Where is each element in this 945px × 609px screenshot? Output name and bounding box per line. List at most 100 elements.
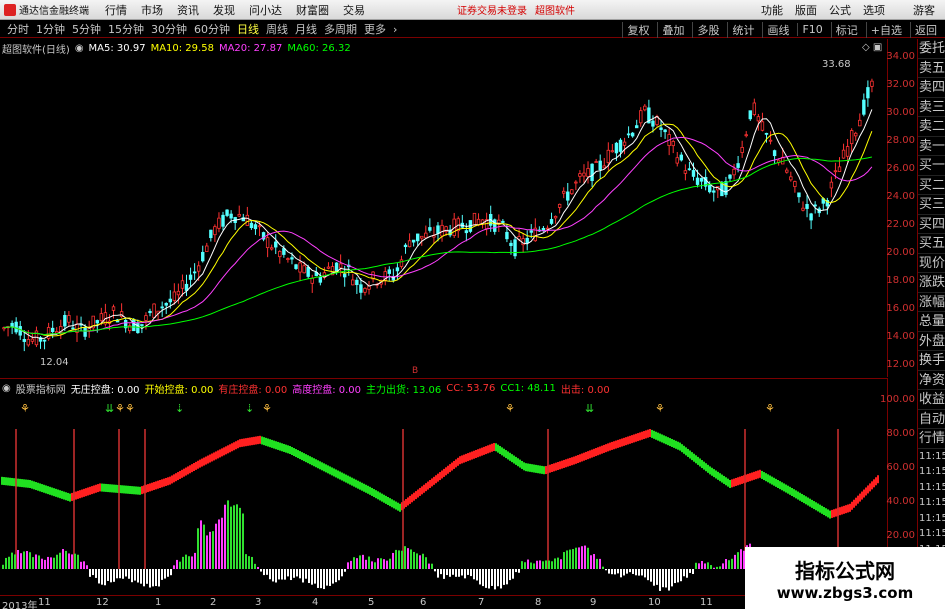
histogram-bar — [710, 565, 712, 569]
histogram-bar — [659, 569, 661, 591]
menu-item-ask[interactable]: 问小达 — [249, 2, 282, 18]
candle-body — [152, 303, 156, 318]
histogram-bar — [194, 552, 196, 569]
tool-adjust[interactable]: 复权 — [622, 21, 649, 38]
candle-body — [833, 170, 838, 173]
period-weekly[interactable]: 周线 — [266, 21, 288, 37]
menu-item-function[interactable]: 功能 — [761, 2, 783, 18]
settings-circle-icon[interactable]: ◉ — [75, 43, 84, 54]
period-more[interactable]: 更多 — [364, 21, 386, 37]
histogram-bar — [470, 569, 472, 577]
quote-field-tab[interactable]: 买一 — [918, 156, 945, 176]
stock-name-link[interactable]: 超图软件 — [535, 2, 575, 17]
tool-multi-stock[interactable]: 多股 — [692, 21, 719, 38]
candle-body — [359, 284, 363, 293]
histogram-bar — [38, 555, 40, 569]
period-multi[interactable]: 多周期 — [324, 21, 357, 37]
histogram-bar — [449, 569, 451, 577]
settings-circle-icon[interactable]: ◉ — [2, 383, 11, 394]
quote-field-tab[interactable]: 买二 — [918, 176, 945, 195]
quote-field-tab[interactable]: 买五 — [918, 234, 945, 254]
histogram-bar — [65, 550, 67, 569]
period-30min[interactable]: 30分钟 — [151, 21, 187, 37]
menu-item-news[interactable]: 资讯 — [177, 2, 199, 18]
quote-field-tab[interactable]: 卖四 — [918, 78, 945, 98]
histogram-bar — [545, 560, 547, 569]
histogram-bar — [86, 565, 88, 569]
quote-field-tab[interactable]: 换手 — [918, 351, 945, 371]
period-monthly[interactable]: 月线 — [295, 21, 317, 37]
candle-body — [201, 251, 205, 262]
histogram-bar — [617, 569, 619, 574]
histogram-bar — [329, 569, 331, 586]
indicator-name[interactable]: 股票指标网 — [16, 381, 66, 396]
expand-icon[interactable]: ◇ ▣ — [862, 42, 882, 53]
side-tab[interactable]: 自动 — [918, 410, 945, 429]
menu-item-exchange[interactable]: 市场 — [141, 2, 163, 18]
quote-field-tab[interactable]: 买四 — [918, 215, 945, 234]
quote-field-tab[interactable]: 现价 — [918, 254, 945, 273]
candle-body — [71, 327, 75, 330]
candle-body — [415, 233, 420, 242]
period-1min[interactable]: 1分钟 — [36, 21, 65, 37]
tool-add-watchlist[interactable]: +自选 — [865, 21, 902, 38]
menu-item-wealth[interactable]: 财富圈 — [296, 2, 329, 18]
candle-body — [351, 279, 355, 286]
candle-body — [643, 105, 647, 111]
quote-field-tab[interactable]: 卖一 — [918, 137, 945, 156]
period-intraday[interactable]: 分时 — [7, 21, 29, 37]
histogram-bar — [488, 569, 490, 589]
quote-field-tab[interactable]: 净资 — [918, 371, 945, 390]
candle-body — [760, 121, 765, 131]
histogram-bar — [200, 520, 202, 569]
candle-body — [176, 290, 181, 296]
quote-field-tab[interactable]: 涨跌 — [918, 273, 945, 293]
menu-item-layout[interactable]: 版面 — [795, 2, 817, 18]
histogram-bar — [170, 569, 172, 576]
histogram-bar — [146, 569, 148, 584]
period-5min[interactable]: 5分钟 — [72, 21, 101, 37]
tool-stats[interactable]: 统计 — [727, 21, 754, 38]
menu-item-discover[interactable]: 发现 — [213, 2, 235, 18]
tool-overlay[interactable]: 叠加 — [657, 21, 684, 38]
quote-field-tab[interactable]: 涨幅 — [918, 293, 945, 312]
indicator-tick: 40.00 — [886, 496, 915, 507]
period-15min[interactable]: 15分钟 — [108, 21, 144, 37]
tool-mark[interactable]: 标记 — [830, 21, 858, 38]
period-daily[interactable]: 日线 — [237, 21, 259, 37]
histogram-bar — [416, 553, 418, 569]
candle-body — [269, 247, 274, 250]
side-tab[interactable]: 行情 — [918, 429, 945, 449]
quote-field-tab[interactable]: 买三 — [918, 195, 945, 215]
histogram-bar — [455, 569, 457, 577]
quote-field-tab[interactable]: 收益 — [918, 390, 945, 410]
period-60min[interactable]: 60分钟 — [194, 21, 230, 37]
login-notice[interactable]: 证券交易未登录 — [457, 2, 527, 17]
price-chart-panel[interactable]: 超图软件(日线) ◉ MA5: 30.97 MA10: 29.58 MA20: … — [0, 39, 887, 377]
tool-back[interactable]: 返回 — [910, 21, 937, 38]
candle-body — [42, 339, 47, 342]
quote-field-tab[interactable]: 卖二 — [918, 117, 945, 137]
chevron-right-icon[interactable]: › — [393, 23, 397, 36]
quote-field-tab[interactable]: 卖三 — [918, 98, 945, 117]
signal-marker-icon: ⚘ — [115, 402, 125, 415]
price-tick: 24.00 — [886, 191, 915, 202]
quote-field-tab[interactable]: 委托 — [918, 39, 945, 59]
quote-field-tab[interactable]: 卖五 — [918, 59, 945, 78]
histogram-bar — [263, 569, 265, 576]
tool-draw[interactable]: 画线 — [762, 21, 789, 38]
quote-field-tab[interactable]: 外盘 — [918, 332, 945, 351]
candle-body — [740, 147, 744, 153]
candle-body — [440, 224, 444, 237]
histogram-bar — [689, 569, 691, 573]
histogram-bar — [377, 558, 379, 569]
quote-field-tab[interactable]: 总量 — [918, 312, 945, 332]
candle-body — [590, 163, 594, 182]
guest-label[interactable]: 游客 — [913, 2, 935, 18]
tool-f10[interactable]: F10 — [797, 23, 823, 36]
candle-body — [679, 154, 684, 161]
menu-item-market[interactable]: 行情 — [105, 2, 127, 18]
menu-item-options[interactable]: 选项 — [863, 2, 885, 18]
menu-item-formula[interactable]: 公式 — [829, 2, 851, 18]
menu-item-trade[interactable]: 交易 — [343, 2, 365, 18]
